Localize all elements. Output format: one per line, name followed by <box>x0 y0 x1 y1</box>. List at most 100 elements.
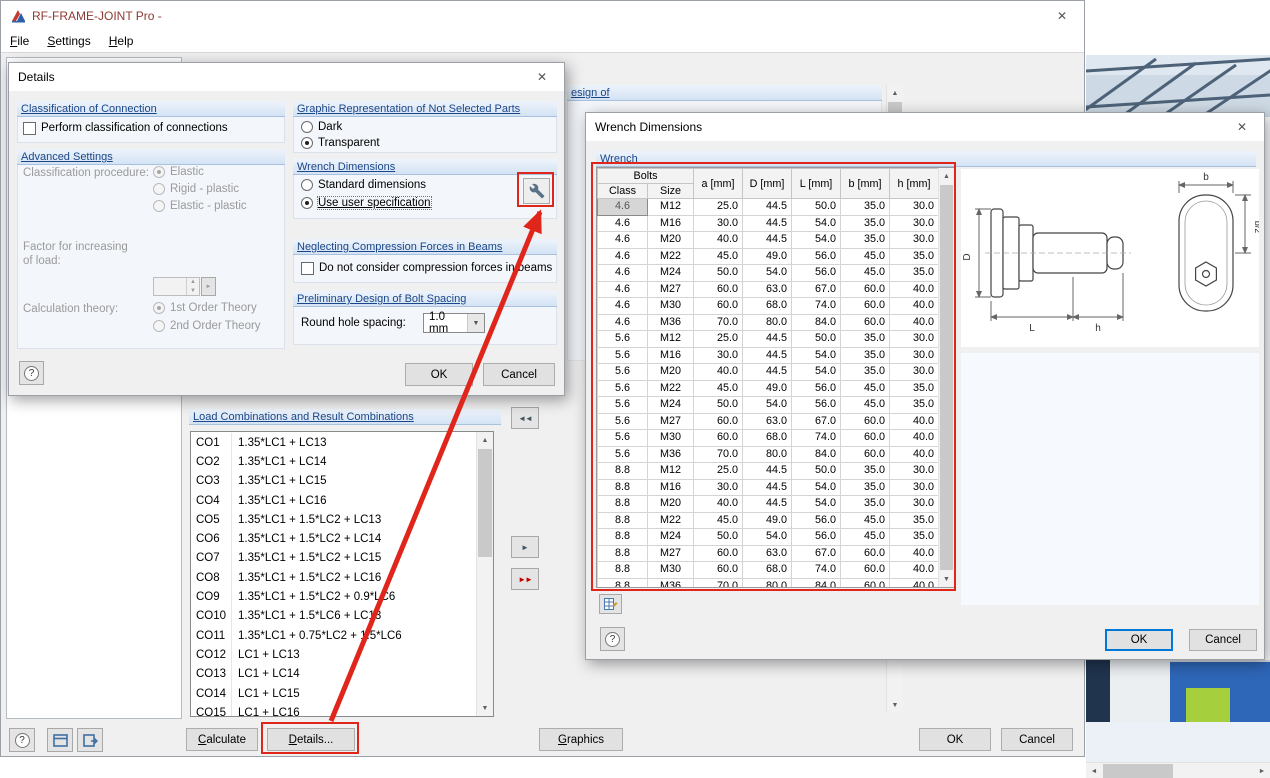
menu-settings[interactable]: Settings <box>38 31 99 51</box>
radio-dark[interactable]: Dark <box>301 120 342 134</box>
radio-icon[interactable] <box>153 166 165 178</box>
ok-button[interactable]: OK <box>1105 629 1173 651</box>
graphics-button[interactable]: Graphics <box>539 728 623 751</box>
table-row[interactable]: 4.6 M16 30.0 44.5 54.0 35.0 30.0 <box>597 214 940 232</box>
table-row[interactable]: 5.6 M12 25.0 44.5 50.0 35.0 30.0 <box>597 330 940 348</box>
scroll-up-icon[interactable]: ▲ <box>887 85 903 101</box>
ok-button[interactable]: OK <box>405 363 473 386</box>
table-options-button[interactable] <box>599 594 622 614</box>
table-row[interactable]: 4.6 M30 60.0 68.0 74.0 60.0 40.0 <box>597 297 940 315</box>
scrollbar-thumb[interactable] <box>478 449 492 557</box>
table-row[interactable]: 5.6 M30 60.0 68.0 74.0 60.0 40.0 <box>597 429 940 447</box>
scrollbar-thumb[interactable] <box>940 185 953 570</box>
table-row[interactable]: 5.6 M36 70.0 80.0 84.0 60.0 40.0 <box>597 445 940 463</box>
table-row[interactable]: 5.6 M20 40.0 44.5 54.0 35.0 30.0 <box>597 363 940 381</box>
table-row[interactable]: 5.6 M27 60.0 63.0 67.0 60.0 40.0 <box>597 412 940 430</box>
list-item[interactable]: CO9 1.35*LC1 + 1.5*LC2 + 0.9*LC6 <box>191 587 476 607</box>
radio-1st-order[interactable]: 1st Order Theory <box>153 301 257 315</box>
scroll-up-icon[interactable]: ▲ <box>477 432 493 448</box>
close-icon[interactable]: ✕ <box>1040 1 1084 30</box>
cancel-button[interactable]: Cancel <box>1001 728 1073 751</box>
factor-spinner[interactable]: ▲ ▼ <box>153 277 200 296</box>
list-item[interactable]: CO11 1.35*LC1 + 0.75*LC2 + 1.5*LC6 <box>191 625 476 646</box>
radio-icon[interactable] <box>153 200 165 212</box>
radio-icon[interactable] <box>301 197 313 209</box>
radio-elastic[interactable]: Elastic <box>153 165 204 179</box>
table-row[interactable]: 4.6 M24 50.0 54.0 56.0 45.0 35.0 <box>597 264 940 282</box>
list-item[interactable]: CO3 1.35*LC1 + LC15 <box>191 471 476 491</box>
wrench-table[interactable]: Bolts a [mm] D [mm] L [mm] b [mm] h [mm] Class… <box>597 168 940 587</box>
right-arrow-button[interactable]: ► <box>511 536 539 558</box>
double-left-arrow-button[interactable]: ◄◄ <box>511 407 539 429</box>
list-item[interactable]: CO10 1.35*LC1 + 1.5*LC6 + LC13 <box>191 606 476 626</box>
table-row[interactable]: 8.8 M20 40.0 44.5 54.0 35.0 30.0 <box>597 495 940 513</box>
list-item[interactable]: CO1 1.35*LC1 + LC13 <box>191 433 476 453</box>
table-row[interactable]: 8.8 M16 30.0 44.5 54.0 35.0 30.0 <box>597 478 940 496</box>
table-row[interactable]: 5.6 M16 30.0 44.5 54.0 35.0 30.0 <box>597 346 940 364</box>
radio-icon[interactable] <box>301 179 313 191</box>
table-row[interactable]: 8.8 M22 45.0 49.0 56.0 45.0 35.0 <box>597 511 940 529</box>
table-row[interactable]: 4.6 M22 45.0 49.0 56.0 45.0 35.0 <box>597 247 940 265</box>
radio-elastic-plastic[interactable]: Elastic - plastic <box>153 199 247 213</box>
radio-2nd-order[interactable]: 2nd Order Theory <box>153 319 261 333</box>
list-item[interactable]: CO12 LC1 + LC13 <box>191 645 476 665</box>
ok-button[interactable]: OK <box>919 728 991 751</box>
checkbox-icon[interactable] <box>23 121 36 135</box>
radio-icon[interactable] <box>301 137 313 149</box>
table-row[interactable]: 4.6 M12 25.0 44.5 50.0 35.0 30.0 <box>597 198 940 216</box>
spinner-arrows[interactable]: ▲ ▼ <box>186 278 199 295</box>
toolbar-icon-button-2[interactable] <box>77 728 103 752</box>
factor-side-arrow-button[interactable]: ► <box>201 277 216 296</box>
scroll-down-icon[interactable]: ▼ <box>939 571 954 587</box>
table-row[interactable]: 4.6 M27 60.0 63.0 67.0 60.0 40.0 <box>597 280 940 298</box>
load-combinations-list[interactable]: CO1 1.35*LC1 + LC13 CO2 1.35*LC1 + LC14 CO3 1… <box>190 431 494 717</box>
radio-transparent[interactable]: Transparent <box>301 136 380 150</box>
table-row[interactable]: 8.8 M24 50.0 54.0 56.0 45.0 35.0 <box>597 528 940 546</box>
radio-icon[interactable] <box>153 183 165 195</box>
list-item[interactable]: CO13 LC1 + LC14 <box>191 664 476 684</box>
dropdown-icon[interactable]: ▼ <box>467 314 484 332</box>
table-row[interactable]: 8.8 M12 25.0 44.5 50.0 35.0 30.0 <box>597 462 940 480</box>
table-row[interactable]: 4.6 M36 70.0 80.0 84.0 60.0 40.0 <box>597 313 940 331</box>
radio-icon[interactable] <box>153 320 165 332</box>
scroll-left-icon[interactable]: ◄ <box>1086 763 1102 778</box>
list-item[interactable]: CO7 1.35*LC1 + 1.5*LC2 + LC15 <box>191 548 476 569</box>
cancel-button[interactable]: Cancel <box>1189 629 1257 651</box>
double-right-arrow-button[interactable]: ►► <box>511 568 539 590</box>
list-item[interactable]: CO14 LC1 + LC15 <box>191 683 476 704</box>
scroll-right-icon[interactable]: ► <box>1254 763 1270 778</box>
list-item[interactable]: CO8 1.35*LC1 + 1.5*LC2 + LC16 <box>191 568 476 588</box>
round-hole-spacing-select[interactable]: 1.0 mm ▼ <box>423 311 485 335</box>
spin-up-icon[interactable]: ▲ <box>187 278 199 287</box>
radio-rigid-plastic[interactable]: Rigid - plastic <box>153 182 239 196</box>
neglect-checkbox-row[interactable]: Do not consider compression forces in be… <box>301 261 552 275</box>
spinner-value[interactable] <box>154 278 186 295</box>
close-icon[interactable]: ✕ <box>520 63 564 91</box>
list-scrollbar[interactable]: ▲ ▼ <box>476 432 493 716</box>
toolbar-icon-button-1[interactable] <box>47 728 73 752</box>
details-button[interactable]: Details... <box>267 728 355 751</box>
menu-file[interactable]: File <box>1 31 38 51</box>
scroll-up-icon[interactable]: ▲ <box>939 168 954 184</box>
table-row[interactable]: 4.6 M20 40.0 44.5 54.0 35.0 30.0 <box>597 231 940 249</box>
list-item[interactable]: CO6 1.35*LC1 + 1.5*LC2 + LC14 <box>191 529 476 549</box>
scroll-down-icon[interactable]: ▼ <box>477 700 493 716</box>
cancel-button[interactable]: Cancel <box>483 363 555 386</box>
list-item[interactable]: CO15 LC1 + LC16 <box>191 703 476 716</box>
table-row[interactable]: 8.8 M30 60.0 68.0 74.0 60.0 40.0 <box>597 561 940 579</box>
table-row[interactable]: 5.6 M22 45.0 49.0 56.0 45.0 35.0 <box>597 379 940 397</box>
background-horizontal-scrollbar[interactable]: ◄ ► <box>1086 762 1270 778</box>
table-row[interactable]: 8.8 M36 70.0 80.0 84.0 60.0 40.0 <box>597 577 940 587</box>
table-row[interactable]: 5.6 M24 50.0 54.0 56.0 45.0 35.0 <box>597 396 940 414</box>
radio-standard-dimensions[interactable]: Standard dimensions <box>301 178 426 192</box>
radio-icon[interactable] <box>301 121 313 133</box>
spin-down-icon[interactable]: ▼ <box>187 287 199 296</box>
list-item[interactable]: CO4 1.35*LC1 + LC16 <box>191 490 476 511</box>
radio-icon[interactable] <box>153 302 165 314</box>
help-button[interactable]: ? <box>19 361 44 385</box>
help-button[interactable]: ? <box>600 627 625 651</box>
help-button[interactable]: ? <box>9 728 35 752</box>
calculate-button[interactable]: Calculate <box>186 728 258 751</box>
classification-checkbox-row[interactable]: Perform classification of connections <box>23 121 228 135</box>
table-scrollbar[interactable]: ▲ ▼ <box>938 168 954 587</box>
